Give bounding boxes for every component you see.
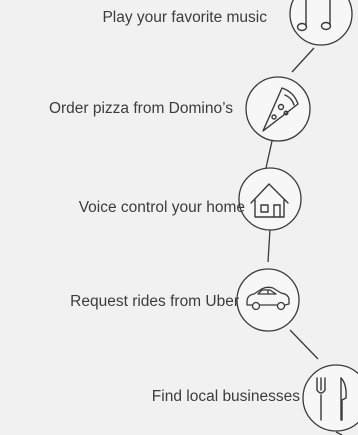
feature-label-music: Play your favorite music bbox=[102, 9, 267, 26]
music-note-icon bbox=[289, 0, 353, 46]
home-icon bbox=[238, 167, 302, 231]
pizza-slice-icon bbox=[245, 76, 311, 142]
feature-label-businesses: Find local businesses bbox=[151, 388, 300, 405]
connector-line bbox=[291, 47, 315, 73]
fork-knife-icon bbox=[302, 364, 358, 432]
feature-label-uber: Request rides from Uber bbox=[70, 293, 239, 310]
feature-timeline: Play your favorite music Order pizza fro… bbox=[0, 0, 358, 435]
car-icon bbox=[236, 268, 300, 332]
feature-label-pizza: Order pizza from Domino’s bbox=[48, 100, 233, 117]
feature-label-home: Voice control your home bbox=[78, 199, 245, 216]
connector-line bbox=[265, 140, 273, 169]
connector-line bbox=[267, 228, 271, 263]
connector-line bbox=[289, 329, 319, 360]
